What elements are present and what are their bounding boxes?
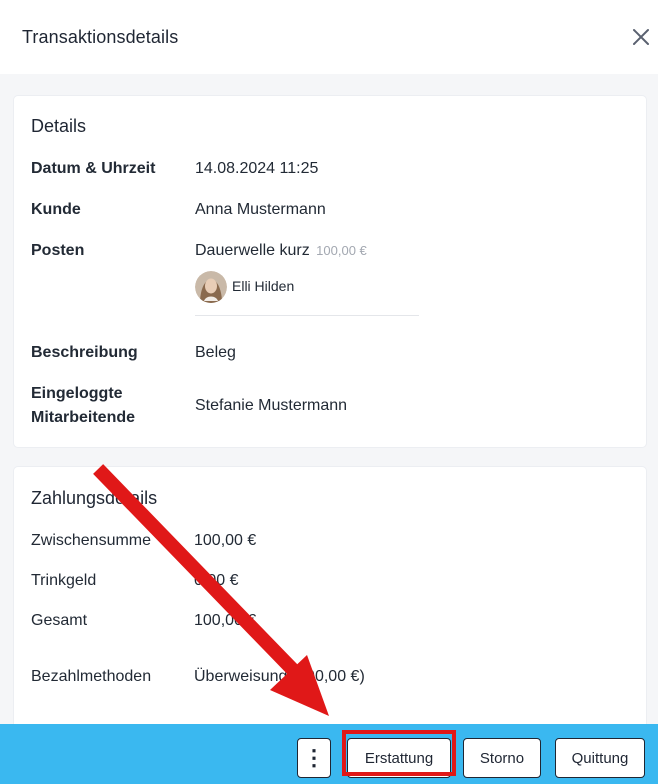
logged-in-label-line2: Mitarbeitende	[31, 409, 136, 426]
items-label: Posten	[31, 242, 85, 259]
total-label: Gesamt	[31, 612, 88, 629]
payment-card: Zahlungsdetails Zwischensumme 100,00 € T…	[14, 467, 646, 737]
datetime-value: 14.08.2024 11:25	[195, 160, 319, 177]
staff-name: Elli Hilden	[232, 278, 295, 294]
item-price: 100,00 €	[316, 243, 367, 258]
datetime-label: Datum & Uhrzeit	[31, 160, 156, 177]
details-title: Details	[31, 116, 87, 136]
customer-label: Kunde	[31, 201, 81, 218]
payment-methods-value: Überweisung (100,00 €)	[194, 668, 365, 685]
customer-value[interactable]: Anna Mustermann	[195, 198, 326, 222]
more-options-button[interactable]: ⋮	[297, 738, 331, 778]
divider	[195, 315, 419, 316]
tip-label: Trinkgeld	[31, 572, 97, 589]
subtotal-label: Zwischensumme	[31, 532, 152, 549]
payment-methods-label: Bezahlmethoden	[31, 668, 152, 685]
storno-button[interactable]: Storno	[463, 738, 541, 778]
close-icon[interactable]	[628, 24, 654, 50]
avatar	[195, 271, 227, 303]
more-vertical-icon: ⋮	[303, 745, 325, 770]
description-value: Beleg	[195, 344, 236, 361]
dialog-title: Transaktionsdetails	[22, 27, 179, 47]
description-label: Beschreibung	[31, 344, 138, 361]
subtotal-value: 100,00 €	[194, 532, 257, 549]
tip-value: 0,00 €	[194, 572, 239, 589]
receipt-button[interactable]: Quittung	[555, 738, 645, 778]
logged-in-value: Stefanie Mustermann	[195, 397, 348, 414]
total-value: 100,00 €	[194, 612, 257, 629]
annotation-highlight-box	[342, 730, 456, 776]
dialog-header: Transaktionsdetails	[0, 0, 658, 74]
payment-title: Zahlungsdetails	[31, 488, 158, 508]
item-name: Dauerwelle kurz	[195, 242, 310, 259]
item-line: Dauerwelle kurz 100,00 €	[195, 239, 367, 263]
details-card: Details Datum & Uhrzeit 14.08.2024 11:25…	[14, 96, 646, 447]
logged-in-label-line1: Eingeloggte	[31, 385, 123, 402]
